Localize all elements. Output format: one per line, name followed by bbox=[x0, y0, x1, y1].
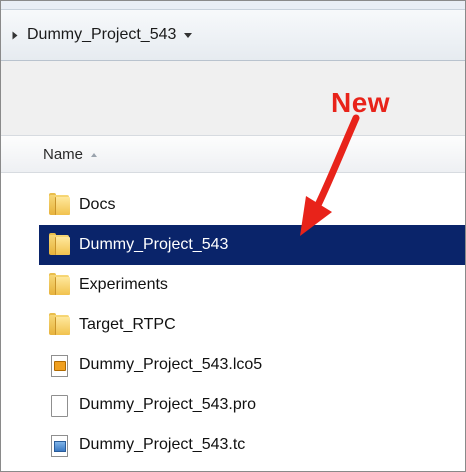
list-item-target-rtpc[interactable]: Target_RTPC bbox=[39, 305, 465, 345]
name-column-label: Name bbox=[43, 146, 84, 163]
file-name: Docs bbox=[79, 196, 116, 213]
folder-icon bbox=[49, 313, 71, 335]
explorer-window: Dummy_Project_543 Name Docs Dummy_Projec… bbox=[0, 0, 466, 472]
list-item-experiments[interactable]: Experiments bbox=[39, 265, 465, 305]
file-name: Experiments bbox=[79, 276, 168, 293]
sort-ascending-icon bbox=[91, 152, 98, 157]
column-header: Name bbox=[1, 135, 465, 173]
breadcrumb-dropdown-icon[interactable] bbox=[184, 32, 193, 38]
list-item-lco5-file[interactable]: Dummy_Project_543.lco5 bbox=[39, 345, 465, 385]
list-item-tc-file[interactable]: Dummy_Project_543.tc bbox=[39, 425, 465, 465]
list-item-dummy-project-folder[interactable]: Dummy_Project_543 bbox=[39, 225, 465, 265]
address-bar[interactable]: Dummy_Project_543 bbox=[1, 10, 465, 61]
list-item-docs[interactable]: Docs bbox=[39, 185, 465, 225]
file-name: Dummy_Project_543.tc bbox=[79, 436, 246, 453]
file-name: Target_RTPC bbox=[79, 316, 176, 333]
breadcrumb-folder[interactable]: Dummy_Project_543 bbox=[27, 26, 176, 44]
new-annotation-label: New bbox=[331, 87, 391, 118]
list-item-pro-file[interactable]: Dummy_Project_543.pro bbox=[39, 385, 465, 425]
file-name: Dummy_Project_543.lco5 bbox=[79, 356, 263, 373]
folder-icon bbox=[49, 193, 71, 215]
file-list: Docs Dummy_Project_543 Experiments Targe… bbox=[39, 185, 465, 465]
breadcrumb-chevron-icon[interactable] bbox=[12, 31, 18, 39]
file-name: Dummy_Project_543.pro bbox=[79, 396, 256, 413]
generic-file-icon bbox=[49, 395, 71, 417]
folder-icon bbox=[49, 273, 71, 295]
lco-file-icon bbox=[49, 355, 71, 377]
folder-icon bbox=[49, 233, 71, 255]
file-name: Dummy_Project_543 bbox=[79, 236, 229, 253]
tc-file-icon bbox=[49, 435, 71, 457]
breadcrumb[interactable]: Dummy_Project_543 bbox=[11, 25, 193, 45]
toolbar-area bbox=[1, 61, 465, 135]
title-strip bbox=[1, 1, 465, 10]
name-column-header[interactable]: Name bbox=[43, 146, 98, 163]
